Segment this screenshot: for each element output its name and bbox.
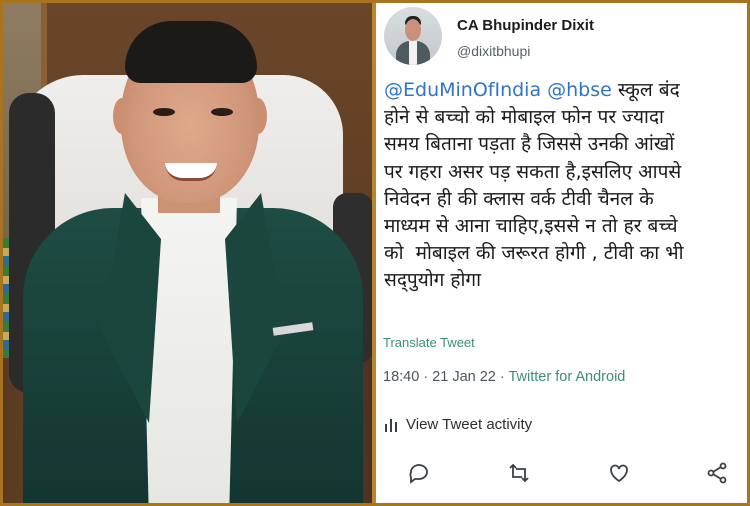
- bar-chart-icon: [384, 418, 398, 432]
- mention-hbse[interactable]: @hbse: [547, 79, 612, 101]
- source-app-link[interactable]: Twitter for Android: [509, 369, 626, 385]
- avatar[interactable]: [384, 7, 442, 65]
- tweet-line: माध्यम से आना चाहिए,इससे न तो हर बच्चे: [384, 215, 678, 238]
- tweet-line: सद्पुयोग होगा: [384, 269, 482, 292]
- share-icon[interactable]: [705, 461, 733, 489]
- reply-icon[interactable]: [407, 461, 435, 489]
- activity-label: View Tweet activity: [406, 416, 533, 433]
- person-photo: [3, 3, 372, 503]
- tweet-line: स्कूल बंद: [611, 79, 680, 101]
- tweet-line: होने से बच्चो को मोबाइल फोन पर ज्यादा: [384, 106, 664, 129]
- tweet-line: निवेदन ही की क्लास वर्क टीवी चैनल के: [384, 187, 654, 210]
- tweet-card: CA Bhupinder Dixit @dixitbhupi @EduMinOf…: [376, 3, 747, 503]
- retweet-icon[interactable]: [507, 461, 535, 489]
- author-handle[interactable]: @dixitbhupi: [457, 43, 530, 59]
- tweet-line: पर गहरा असर पड़ सकता है,इसलिए आपसे: [384, 160, 682, 183]
- translate-tweet-link[interactable]: Translate Tweet: [383, 335, 475, 350]
- tweet-actions-bar: [376, 461, 747, 495]
- tweet-line: समय बिताना पड़ता है जिससे उनकी आंखों: [384, 133, 675, 156]
- mention-eduminofindia[interactable]: @EduMinOfIndia: [384, 79, 541, 101]
- tweet-timestamp[interactable]: 18:40 · 21 Jan 22 ·: [383, 369, 509, 385]
- tweet-line: को मोबाइल की जरूरत होगी , टीवी का भी: [384, 242, 684, 265]
- tweet-text: @EduMinOfIndia @hbse स्कूल बंद होने से ब…: [384, 77, 747, 295]
- author-name[interactable]: CA Bhupinder Dixit: [457, 17, 594, 34]
- like-icon[interactable]: [607, 461, 635, 489]
- view-tweet-activity-button[interactable]: View Tweet activity: [384, 416, 532, 433]
- tweet-meta: 18:40 · 21 Jan 22 · Twitter for Android: [383, 369, 625, 385]
- hair: [125, 21, 257, 83]
